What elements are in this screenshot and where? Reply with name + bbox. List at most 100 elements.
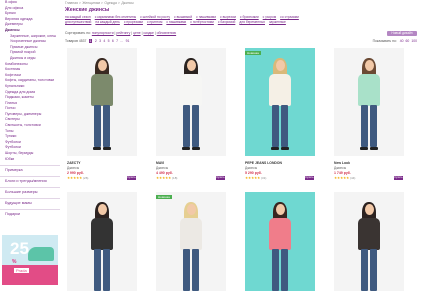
tag-link[interactable]: с шлейкой по росту (140, 15, 170, 19)
model-leg (281, 249, 288, 291)
model-top (180, 218, 202, 250)
breadcrumb-item[interactable]: Главная > (65, 1, 81, 5)
sort-option[interactable]: цене (133, 31, 141, 35)
model-leg (103, 105, 110, 147)
sidebar-section-link[interactable]: Будущие мамы (0, 198, 60, 206)
page-link[interactable]: 4 (103, 39, 105, 43)
tag-link[interactable]: с принтом (147, 20, 162, 24)
product-brand[interactable]: MAVI (156, 161, 164, 165)
product-brand[interactable]: PEPE JEANS LONDON (245, 161, 282, 165)
review-count: (18) (171, 176, 178, 180)
category-list: В офис Для офиса Брюки Верхняя одежда Джемпе… (0, 0, 60, 162)
model-face (275, 204, 285, 215)
tag-link[interactable]: зауженные (269, 20, 286, 24)
buy-button[interactable]: Купить (216, 176, 225, 180)
breadcrumb-item[interactable]: Женщинам > (82, 1, 103, 5)
tag-link[interactable]: с вырезом (220, 15, 236, 19)
tag-link[interactable]: со стразами (280, 15, 299, 19)
product-brand[interactable]: ZAECTY (67, 161, 81, 165)
model-leg (370, 105, 377, 147)
product-category: Джинсы (334, 166, 347, 170)
product-category: Джинсы (67, 166, 80, 170)
product-image[interactable] (334, 48, 404, 156)
page-link[interactable]: 3 (99, 39, 101, 43)
model-face (364, 60, 374, 71)
buy-button[interactable]: Купить (394, 176, 403, 180)
sort-option[interactable]: обновлению (157, 31, 176, 35)
product-image[interactable] (156, 48, 226, 156)
tag-link[interactable]: с потёртостями (190, 20, 214, 24)
buy-button[interactable]: Купить (305, 176, 314, 180)
sidebar-section-link[interactable]: Примерка (0, 165, 60, 173)
page-link[interactable]: 2 (95, 39, 97, 43)
model-leg (281, 105, 288, 147)
per-page-option[interactable]: 100 (411, 39, 417, 43)
page-link[interactable]: 5 (108, 39, 110, 43)
buy-button[interactable]: Купить (127, 176, 136, 180)
model-face (97, 60, 107, 71)
review-count: (31) (260, 176, 267, 180)
new-design-button[interactable]: Новый дизайн (387, 31, 417, 36)
model-leg (192, 249, 199, 291)
promo-button[interactable]: Prada (14, 268, 29, 273)
tag-link[interactable]: с узором (263, 15, 276, 19)
model-top (358, 218, 380, 250)
product-price: 5 290 руб. (245, 171, 262, 175)
tag-link[interactable]: на каждый день (95, 20, 119, 24)
per-page-option[interactable]: 40 (400, 39, 404, 43)
tag-link[interactable]: с бусинками (240, 15, 259, 19)
product-image[interactable] (334, 192, 404, 291)
model-leg (94, 249, 101, 291)
page-link[interactable]: 91 (126, 39, 130, 43)
product-price: 1 749 руб. (334, 171, 351, 175)
product-image[interactable]: Новинка (156, 192, 226, 291)
product-image[interactable]: Новинка (245, 48, 315, 156)
page-link[interactable]: 1 (88, 39, 93, 43)
per-page-option[interactable]: 60 (406, 39, 410, 43)
model-leg (94, 105, 101, 147)
product-image[interactable] (67, 192, 137, 291)
tag-link[interactable]: с вышивкой (174, 15, 192, 19)
page-link[interactable]: 6 (112, 39, 114, 43)
rating-stars: ★★★★★ (44) (334, 176, 356, 180)
tag-link[interactable]: с бахромой (218, 20, 235, 24)
product-image[interactable] (245, 192, 315, 291)
model-shoe (192, 147, 200, 150)
sort-option[interactable]: популярности (92, 31, 114, 35)
page-link[interactable]: ... (120, 39, 123, 43)
tag-link[interactable]: с прорезами (124, 20, 143, 24)
sidebar-item[interactable]: Юбки (0, 157, 60, 163)
model-shoe (360, 147, 368, 150)
breadcrumb-item[interactable]: Одежда > (104, 1, 119, 5)
product-brand[interactable]: New Look (334, 161, 350, 165)
tag-link[interactable]: с нашивками (166, 20, 186, 24)
promo-banner[interactable]: 25 % Prada (2, 235, 58, 285)
product-count: Товаров 4537 (65, 39, 87, 43)
tag-row: для путешествий на каждый день с прорезами… (65, 20, 424, 25)
sort-option[interactable]: скидке (143, 31, 153, 35)
sidebar-section-link[interactable]: Блоги и тренды/мнения (0, 176, 60, 184)
rating-stars: ★★★★★ (26) (67, 176, 89, 180)
sort-bar: Сортировать по: популярности | рейтингу … (65, 31, 177, 35)
sidebar-section-link[interactable]: Большие размеры (0, 187, 60, 195)
sidebar-section-link[interactable]: Подарки (0, 209, 60, 217)
model-face (97, 204, 107, 215)
model-leg (361, 105, 368, 147)
review-count: (44) (349, 176, 356, 180)
model-leg (370, 249, 377, 291)
tag-link[interactable]: с нашивками (196, 15, 216, 19)
product-image[interactable] (67, 48, 137, 156)
model-leg (272, 105, 279, 147)
model-top (269, 218, 291, 250)
tag-link[interactable]: для путешествий (65, 20, 91, 24)
sort-option[interactable]: рейтингу (116, 31, 130, 35)
promo-stripe (2, 265, 58, 285)
tag-link[interactable]: с карманами без отметины (95, 15, 136, 19)
rating-stars: ★★★★★ (18) (156, 176, 178, 180)
model-leg (272, 249, 279, 291)
page-link[interactable]: 7 (116, 39, 118, 43)
tag-link[interactable]: для беременных (239, 20, 265, 24)
tag-link[interactable]: на каждый сезон (65, 15, 91, 19)
breadcrumb-item[interactable]: Джинсы (121, 1, 133, 5)
section-links: Примерка Блоги и тренды/мнения Большие раз… (0, 165, 60, 217)
